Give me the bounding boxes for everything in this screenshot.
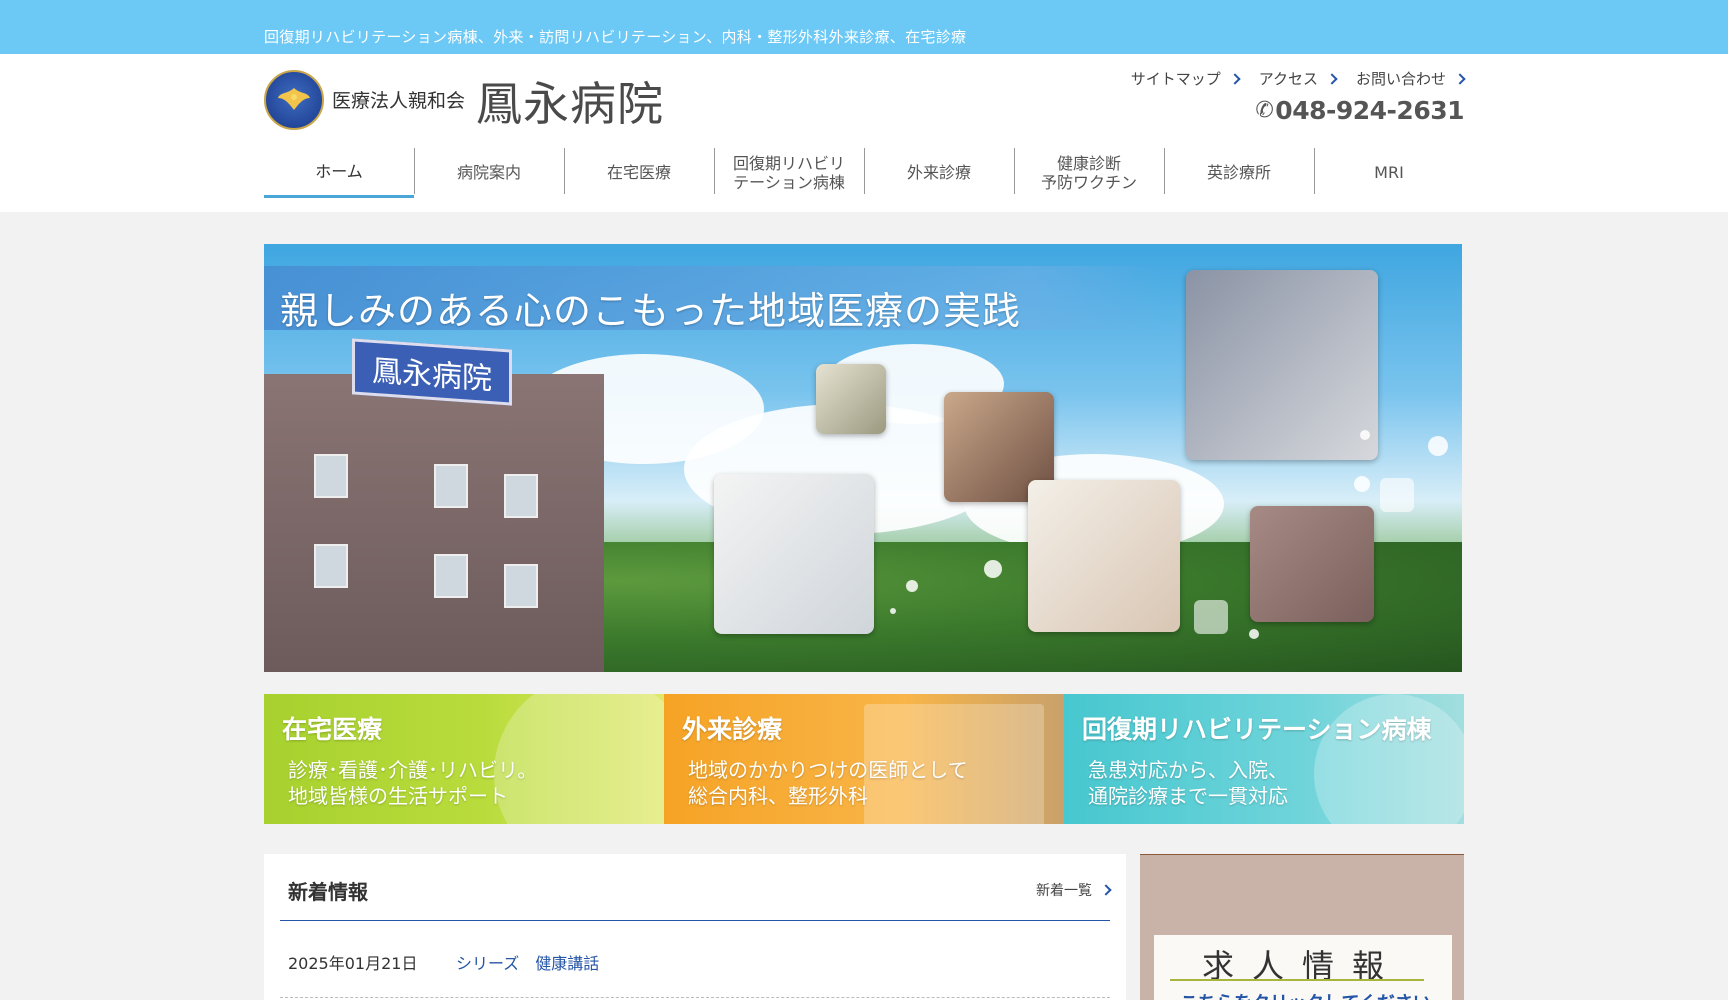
banner-rehab-ward-title: 回復期リハビリテーション病棟 <box>1082 715 1432 744</box>
sitemap-link[interactable]: サイトマップ <box>1130 68 1241 89</box>
banner-outpatient-line1: 地域のかかりつけの医師として <box>688 758 968 782</box>
banner-outpatient-line2: 総合内科、整形外科 <box>688 784 868 808</box>
window <box>504 564 538 608</box>
photo-nurses <box>1028 480 1180 632</box>
access-link[interactable]: アクセス <box>1258 68 1338 89</box>
window <box>504 474 538 518</box>
chevron-right-icon <box>1454 72 1466 85</box>
chevron-right-icon <box>1100 884 1112 896</box>
window <box>314 544 348 588</box>
hospital-building <box>264 374 604 672</box>
decor-dot <box>906 580 918 592</box>
banner-rehab-ward-line2: 通院診療まで一貫対応 <box>1088 784 1288 808</box>
logo-emblem-icon[interactable] <box>264 70 324 130</box>
banner-home-care-line1: 診療･看護･介護･リハビリ。 <box>288 758 538 782</box>
news-title: 新着情報 <box>288 880 368 904</box>
chevron-right-icon <box>1326 72 1338 85</box>
nav-item-home-care[interactable]: 在宅医療 <box>564 148 714 198</box>
decor-dot <box>1354 476 1370 492</box>
decor-dot <box>1249 629 1259 639</box>
chevron-right-icon <box>1229 72 1241 85</box>
banner-home-care-line2: 地域皆様の生活サポート <box>288 784 508 808</box>
phone-number-text: 048-924-2631 <box>1275 96 1464 125</box>
contact-link[interactable]: お問い合わせ <box>1355 68 1466 89</box>
banner-rehab-ward[interactable]: 回復期リハビリテーション病棟 急患対応から、入院、 通院診療まで一貫対応 <box>1064 694 1464 824</box>
recruit-underline <box>1170 979 1424 981</box>
news-item-date: 2025年01月21日 <box>288 954 418 973</box>
nav-item-rehab-ward[interactable]: 回復期リハビリ テーション病棟 <box>714 148 864 198</box>
recruit-subtitle: こちらをクリックしてください <box>1180 989 1431 1000</box>
org-name[interactable]: 医療法人親和会 <box>332 86 465 113</box>
decor-dot <box>1428 436 1448 456</box>
decor-dot <box>984 560 1002 578</box>
decor-square <box>1380 478 1414 512</box>
nav-item-outpatient[interactable]: 外来診療 <box>864 148 1014 198</box>
decor-dot <box>890 608 896 614</box>
nav-item-clinic[interactable]: 英診療所 <box>1164 148 1314 198</box>
photo-equipment <box>816 364 886 434</box>
photo-transport <box>1186 270 1378 460</box>
news-more-link[interactable]: 新着一覧 <box>1036 880 1112 900</box>
contact-link-label: お問い合わせ <box>1355 70 1446 88</box>
access-link-label: アクセス <box>1258 70 1318 88</box>
recruit-banner[interactable]: 求人情報 こちらをクリックしてください <box>1140 854 1464 1000</box>
hospital-name[interactable]: 鳳永病院 <box>476 68 664 134</box>
nav-item-mri[interactable]: MRI <box>1314 148 1464 198</box>
utility-links: サイトマップ アクセス お問い合わせ <box>1130 68 1466 89</box>
window <box>434 464 468 508</box>
phone-icon: ✆ <box>1255 98 1274 123</box>
news-item: 2025年01月21日 シリーズ 健康講話 <box>288 950 599 974</box>
phone-number[interactable]: ✆ 048-924-2631 <box>1255 96 1464 125</box>
photo-clinic <box>1250 506 1374 622</box>
banner-rehab-ward-line1: 急患対応から、入院、 <box>1088 758 1288 782</box>
service-banners: 在宅医療 診療･看護･介護･リハビリ。 地域皆様の生活サポート 外来診療 地域の… <box>264 694 1464 824</box>
window <box>434 554 468 598</box>
news-divider <box>280 920 1110 921</box>
banner-outpatient[interactable]: 外来診療 地域のかかりつけの医師として 総合内科、整形外科 <box>664 694 1064 824</box>
news-item-link[interactable]: シリーズ 健康講話 <box>456 950 599 974</box>
nav-item-home[interactable]: ホーム <box>264 148 414 198</box>
site-header: 医療法人親和会 鳳永病院 サイトマップ アクセス お問い合わせ ✆ 048-92… <box>0 54 1728 212</box>
global-nav: ホーム 病院案内 在宅医療 回復期リハビリ テーション病棟 外来診療 健康診断 … <box>264 148 1464 198</box>
window <box>314 454 348 498</box>
decor-square <box>1194 600 1228 634</box>
banner-outpatient-title: 外来診療 <box>682 715 783 744</box>
decor-dot <box>1360 430 1370 440</box>
sitemap-link-label: サイトマップ <box>1130 70 1221 88</box>
banner-home-care[interactable]: 在宅医療 診療･看護･介護･リハビリ。 地域皆様の生活サポート <box>264 694 664 824</box>
tagline: 回復期リハビリテーション病棟、外来・訪問リハビリテーション、内科・整形外科外来診… <box>264 28 967 46</box>
news-item-divider <box>280 997 1110 998</box>
news-more-label: 新着一覧 <box>1036 883 1092 899</box>
news-section: 新着情報 新着一覧 2025年01月21日 シリーズ 健康講話 <box>264 854 1126 1000</box>
nav-item-checkup[interactable]: 健康診断 予防ワクチン <box>1014 148 1164 198</box>
hero-image: 鳳永病院 親しみのある心のこもった地域医療の実践 <box>264 244 1462 672</box>
banner-home-care-title: 在宅医療 <box>282 715 383 744</box>
top-bar: 回復期リハビリテーション病棟、外来・訪問リハビリテーション、内科・整形外科外来診… <box>0 0 1728 54</box>
building-sign: 鳳永病院 <box>352 338 512 406</box>
hero-headline: 親しみのある心のこもった地域医療の実践 <box>280 289 1022 333</box>
nav-item-about[interactable]: 病院案内 <box>414 148 564 198</box>
photo-mri <box>714 474 874 634</box>
